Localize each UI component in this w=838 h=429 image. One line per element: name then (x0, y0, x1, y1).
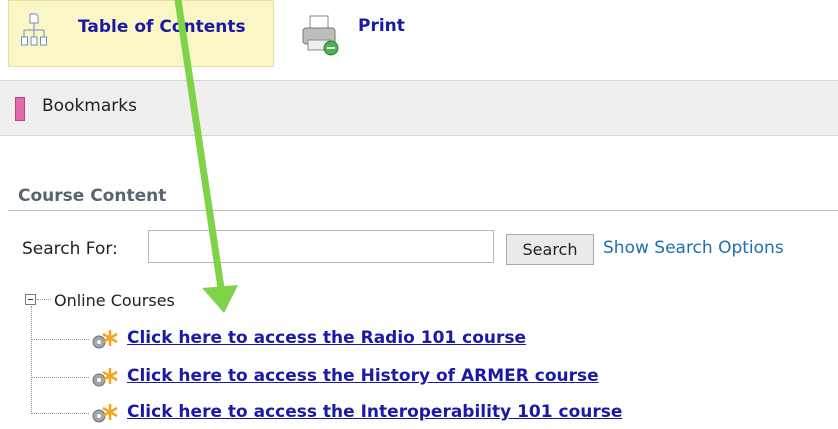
table-of-contents-label: Table of Contents (78, 17, 246, 37)
print-label: Print (358, 16, 405, 36)
show-search-options-link[interactable]: Show Search Options (603, 238, 784, 258)
sitemap-icon (21, 13, 47, 46)
course-module-icon (92, 330, 118, 349)
print-button[interactable]: Print (294, 0, 434, 67)
course-link-radio-101[interactable]: Click here to access the Radio 101 cours… (127, 328, 526, 348)
course-module-icon (92, 368, 118, 387)
course-link-interoperability-101[interactable]: Click here to access the Interoperabilit… (127, 402, 622, 422)
collapse-toggle-icon[interactable] (25, 294, 36, 305)
tree-connector (37, 299, 51, 300)
tree-connector (31, 377, 89, 378)
course-link-history-of-armer[interactable]: Click here to access the History of ARME… (127, 366, 599, 386)
toolbar: Table of Contents Print (0, 0, 838, 80)
search-button[interactable]: Search (506, 234, 594, 265)
tree-connector (31, 413, 89, 414)
section-divider (8, 210, 838, 211)
tree-connector (31, 306, 32, 412)
table-of-contents-button[interactable]: Table of Contents (8, 0, 274, 67)
printer-icon (302, 15, 339, 56)
tree-connector (31, 339, 89, 340)
bookmark-icon (15, 97, 25, 121)
search-label: Search For: (22, 239, 118, 259)
bookmarks-label: Bookmarks (42, 96, 137, 116)
course-module-icon (92, 404, 118, 423)
course-content-title: Course Content (18, 186, 167, 206)
tree-folder-online-courses[interactable]: Online Courses (54, 291, 175, 310)
bookmarks-bar[interactable]: Bookmarks (0, 80, 838, 136)
search-input[interactable] (148, 230, 494, 263)
